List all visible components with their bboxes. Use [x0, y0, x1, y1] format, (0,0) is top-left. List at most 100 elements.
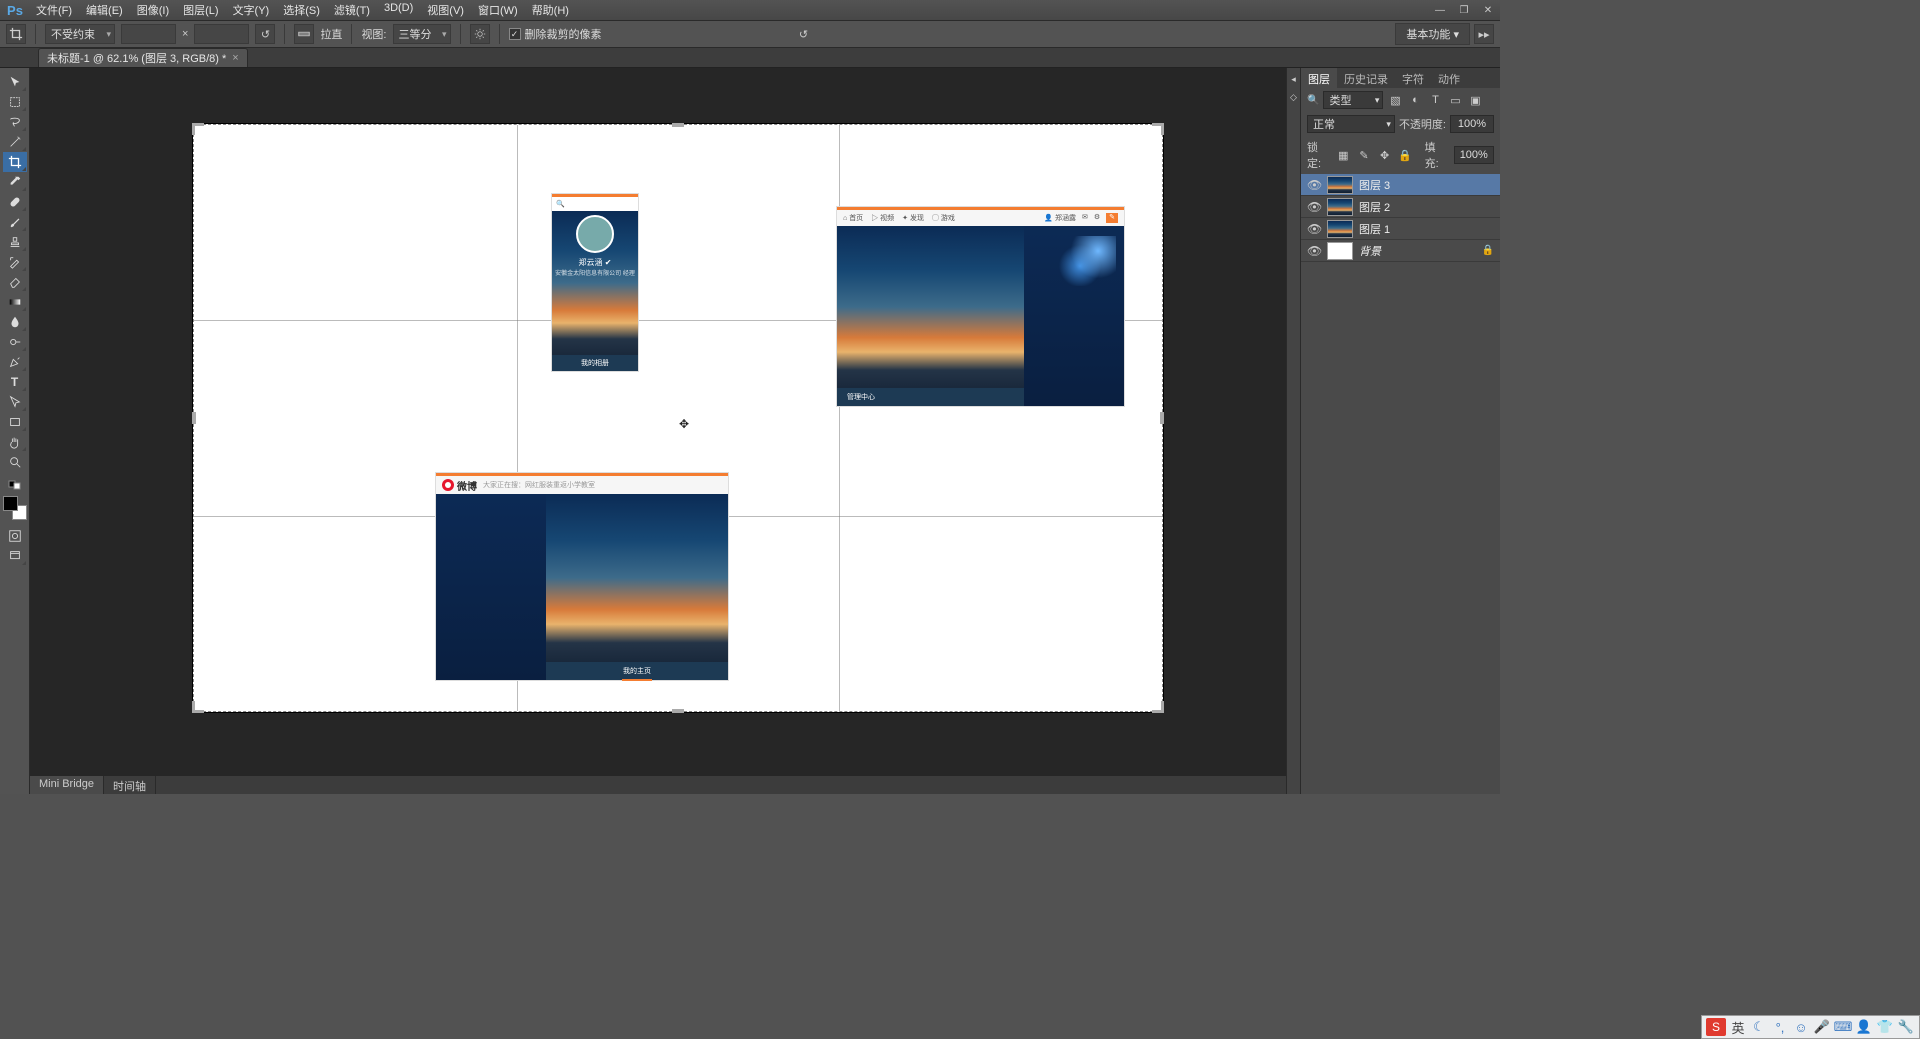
menu-view[interactable]: 视图(V)	[421, 0, 470, 20]
quickmask-toggle[interactable]	[3, 526, 27, 546]
workspace-switcher[interactable]: 基本功能 ▾	[1395, 23, 1470, 45]
filter-smart-icon[interactable]: ▣	[1467, 92, 1483, 108]
ime-lang[interactable]: 英	[1729, 1018, 1747, 1036]
menu-filter[interactable]: 滤镜(T)	[328, 0, 376, 20]
artboard[interactable]: ✥ 🔍 郑云涵 ✔ 安徽金太阳信息有限公司 经理 我的相册 ⌂ 首页 ▷ 视频	[193, 124, 1163, 712]
collapsed-panel-icon[interactable]: ◇	[1289, 92, 1299, 102]
pen-tool[interactable]	[3, 352, 27, 372]
visibility-toggle-icon[interactable]: 👁	[1307, 222, 1321, 236]
ime-moon-icon[interactable]: ☾	[1750, 1018, 1768, 1036]
menu-window[interactable]: 窗口(W)	[472, 0, 524, 20]
color-swatches[interactable]	[3, 496, 27, 520]
path-select-tool[interactable]	[3, 392, 27, 412]
lock-position-icon[interactable]: ✥	[1377, 147, 1392, 163]
foreground-color-swatch[interactable]	[3, 496, 18, 511]
lasso-tool[interactable]	[3, 112, 27, 132]
ime-brand-icon[interactable]: S	[1706, 1018, 1726, 1036]
crop-width-input[interactable]	[121, 24, 176, 44]
layer-name[interactable]: 图层 1	[1359, 221, 1390, 237]
layer-thumbnail[interactable]	[1327, 220, 1353, 238]
crop-tool[interactable]	[3, 152, 27, 172]
visibility-toggle-icon[interactable]: 👁	[1307, 200, 1321, 214]
ime-keyboard-icon[interactable]: ⌨	[1834, 1018, 1852, 1036]
reset-crop-icon[interactable]: ↺	[794, 24, 814, 44]
menu-file[interactable]: 文件(F)	[30, 0, 78, 20]
stamp-tool[interactable]	[3, 232, 27, 252]
layer-item[interactable]: 👁 背景 🔒	[1301, 240, 1500, 262]
crop-height-input[interactable]	[194, 24, 249, 44]
dock-tab-minibridge[interactable]: Mini Bridge	[30, 776, 104, 794]
type-tool[interactable]: T	[3, 372, 27, 392]
blur-tool[interactable]	[3, 312, 27, 332]
close-tab-icon[interactable]: ×	[232, 52, 238, 64]
hand-tool[interactable]	[3, 432, 27, 452]
eyedropper-tool[interactable]	[3, 172, 27, 192]
visibility-toggle-icon[interactable]: 👁	[1307, 178, 1321, 192]
document-tab[interactable]: 未标题-1 @ 62.1% (图层 3, RGB/8) * ×	[38, 48, 248, 67]
layer-item[interactable]: 👁 图层 3	[1301, 174, 1500, 196]
filter-shape-icon[interactable]: ▭	[1447, 92, 1463, 108]
ime-mic-icon[interactable]: 🎤	[1813, 1018, 1831, 1036]
fill-value[interactable]: 100%	[1454, 146, 1494, 164]
default-colors-icon[interactable]	[3, 478, 27, 492]
close-button[interactable]: ✕	[1476, 0, 1500, 21]
brush-tool[interactable]	[3, 212, 27, 232]
ime-punct-icon[interactable]: °,	[1771, 1018, 1789, 1036]
menu-help[interactable]: 帮助(H)	[526, 0, 575, 20]
layer-name[interactable]: 背景	[1359, 243, 1381, 259]
ime-skin-icon[interactable]: 👕	[1876, 1018, 1894, 1036]
layer-thumbnail[interactable]	[1327, 242, 1353, 260]
shape-tool[interactable]	[3, 412, 27, 432]
filter-adjust-icon[interactable]: ◐	[1407, 92, 1423, 108]
layer-item[interactable]: 👁 图层 2	[1301, 196, 1500, 218]
ime-toolbox-icon[interactable]: 🔧	[1897, 1018, 1915, 1036]
menu-image[interactable]: 图像(I)	[131, 0, 175, 20]
visibility-toggle-icon[interactable]: 👁	[1307, 244, 1321, 258]
minimize-button[interactable]: —	[1428, 0, 1452, 21]
layer-name[interactable]: 图层 3	[1359, 177, 1390, 193]
canvas-area[interactable]: ✥ 🔍 郑云涵 ✔ 安徽金太阳信息有限公司 经理 我的相册 ⌂ 首页 ▷ 视频	[30, 68, 1286, 794]
menu-select[interactable]: 选择(S)	[277, 0, 326, 20]
filter-pixel-icon[interactable]: ▧	[1387, 92, 1403, 108]
tab-actions[interactable]: 动作	[1431, 68, 1467, 88]
menu-layer[interactable]: 图层(L)	[177, 0, 224, 20]
gradient-tool[interactable]	[3, 292, 27, 312]
ime-face-icon[interactable]: ☺	[1792, 1018, 1810, 1036]
layer-thumbnail[interactable]	[1327, 176, 1353, 194]
aspect-ratio-select[interactable]: 不受约束	[45, 24, 115, 44]
expand-panels-icon[interactable]: ◂	[1289, 74, 1299, 84]
swap-dimensions-icon[interactable]: ×	[182, 28, 188, 40]
healing-tool[interactable]	[3, 192, 27, 212]
screenmode-toggle[interactable]	[3, 546, 27, 566]
blend-mode-select[interactable]: 正常	[1307, 115, 1395, 133]
menu-type[interactable]: 文字(Y)	[227, 0, 276, 20]
crop-options-gear-icon[interactable]	[470, 24, 490, 44]
layer-name[interactable]: 图层 2	[1359, 199, 1390, 215]
tab-layers[interactable]: 图层	[1301, 68, 1337, 88]
delete-cropped-checkbox[interactable]: ✓ 删除裁剪的像素	[509, 26, 602, 42]
layer-item[interactable]: 👁 图层 1	[1301, 218, 1500, 240]
lock-transparency-icon[interactable]: ▦	[1336, 147, 1351, 163]
lock-pixels-icon[interactable]: ✎	[1357, 147, 1372, 163]
history-brush-tool[interactable]	[3, 252, 27, 272]
eraser-tool[interactable]	[3, 272, 27, 292]
crop-overlay-select[interactable]: 三等分	[393, 24, 451, 44]
dock-tab-timeline[interactable]: 时间轴	[104, 776, 156, 794]
filter-type-icon[interactable]: T	[1427, 92, 1443, 108]
tab-history[interactable]: 历史记录	[1337, 68, 1395, 88]
straighten-icon[interactable]	[294, 24, 314, 44]
dodge-tool[interactable]	[3, 332, 27, 352]
lock-all-icon[interactable]: 🔒	[1398, 147, 1413, 163]
opacity-value[interactable]: 100%	[1450, 115, 1494, 133]
ime-user-icon[interactable]: 👤	[1855, 1018, 1873, 1036]
marquee-tool[interactable]	[3, 92, 27, 112]
layer-thumbnail[interactable]	[1327, 198, 1353, 216]
tab-character[interactable]: 字符	[1395, 68, 1431, 88]
clear-ratio-button[interactable]: ↺	[255, 24, 275, 44]
maximize-button[interactable]: ❐	[1452, 0, 1476, 21]
wand-tool[interactable]	[3, 132, 27, 152]
menu-3d[interactable]: 3D(D)	[378, 0, 419, 20]
zoom-tool[interactable]	[3, 452, 27, 472]
crop-tool-icon[interactable]	[6, 24, 26, 44]
move-tool[interactable]	[3, 72, 27, 92]
